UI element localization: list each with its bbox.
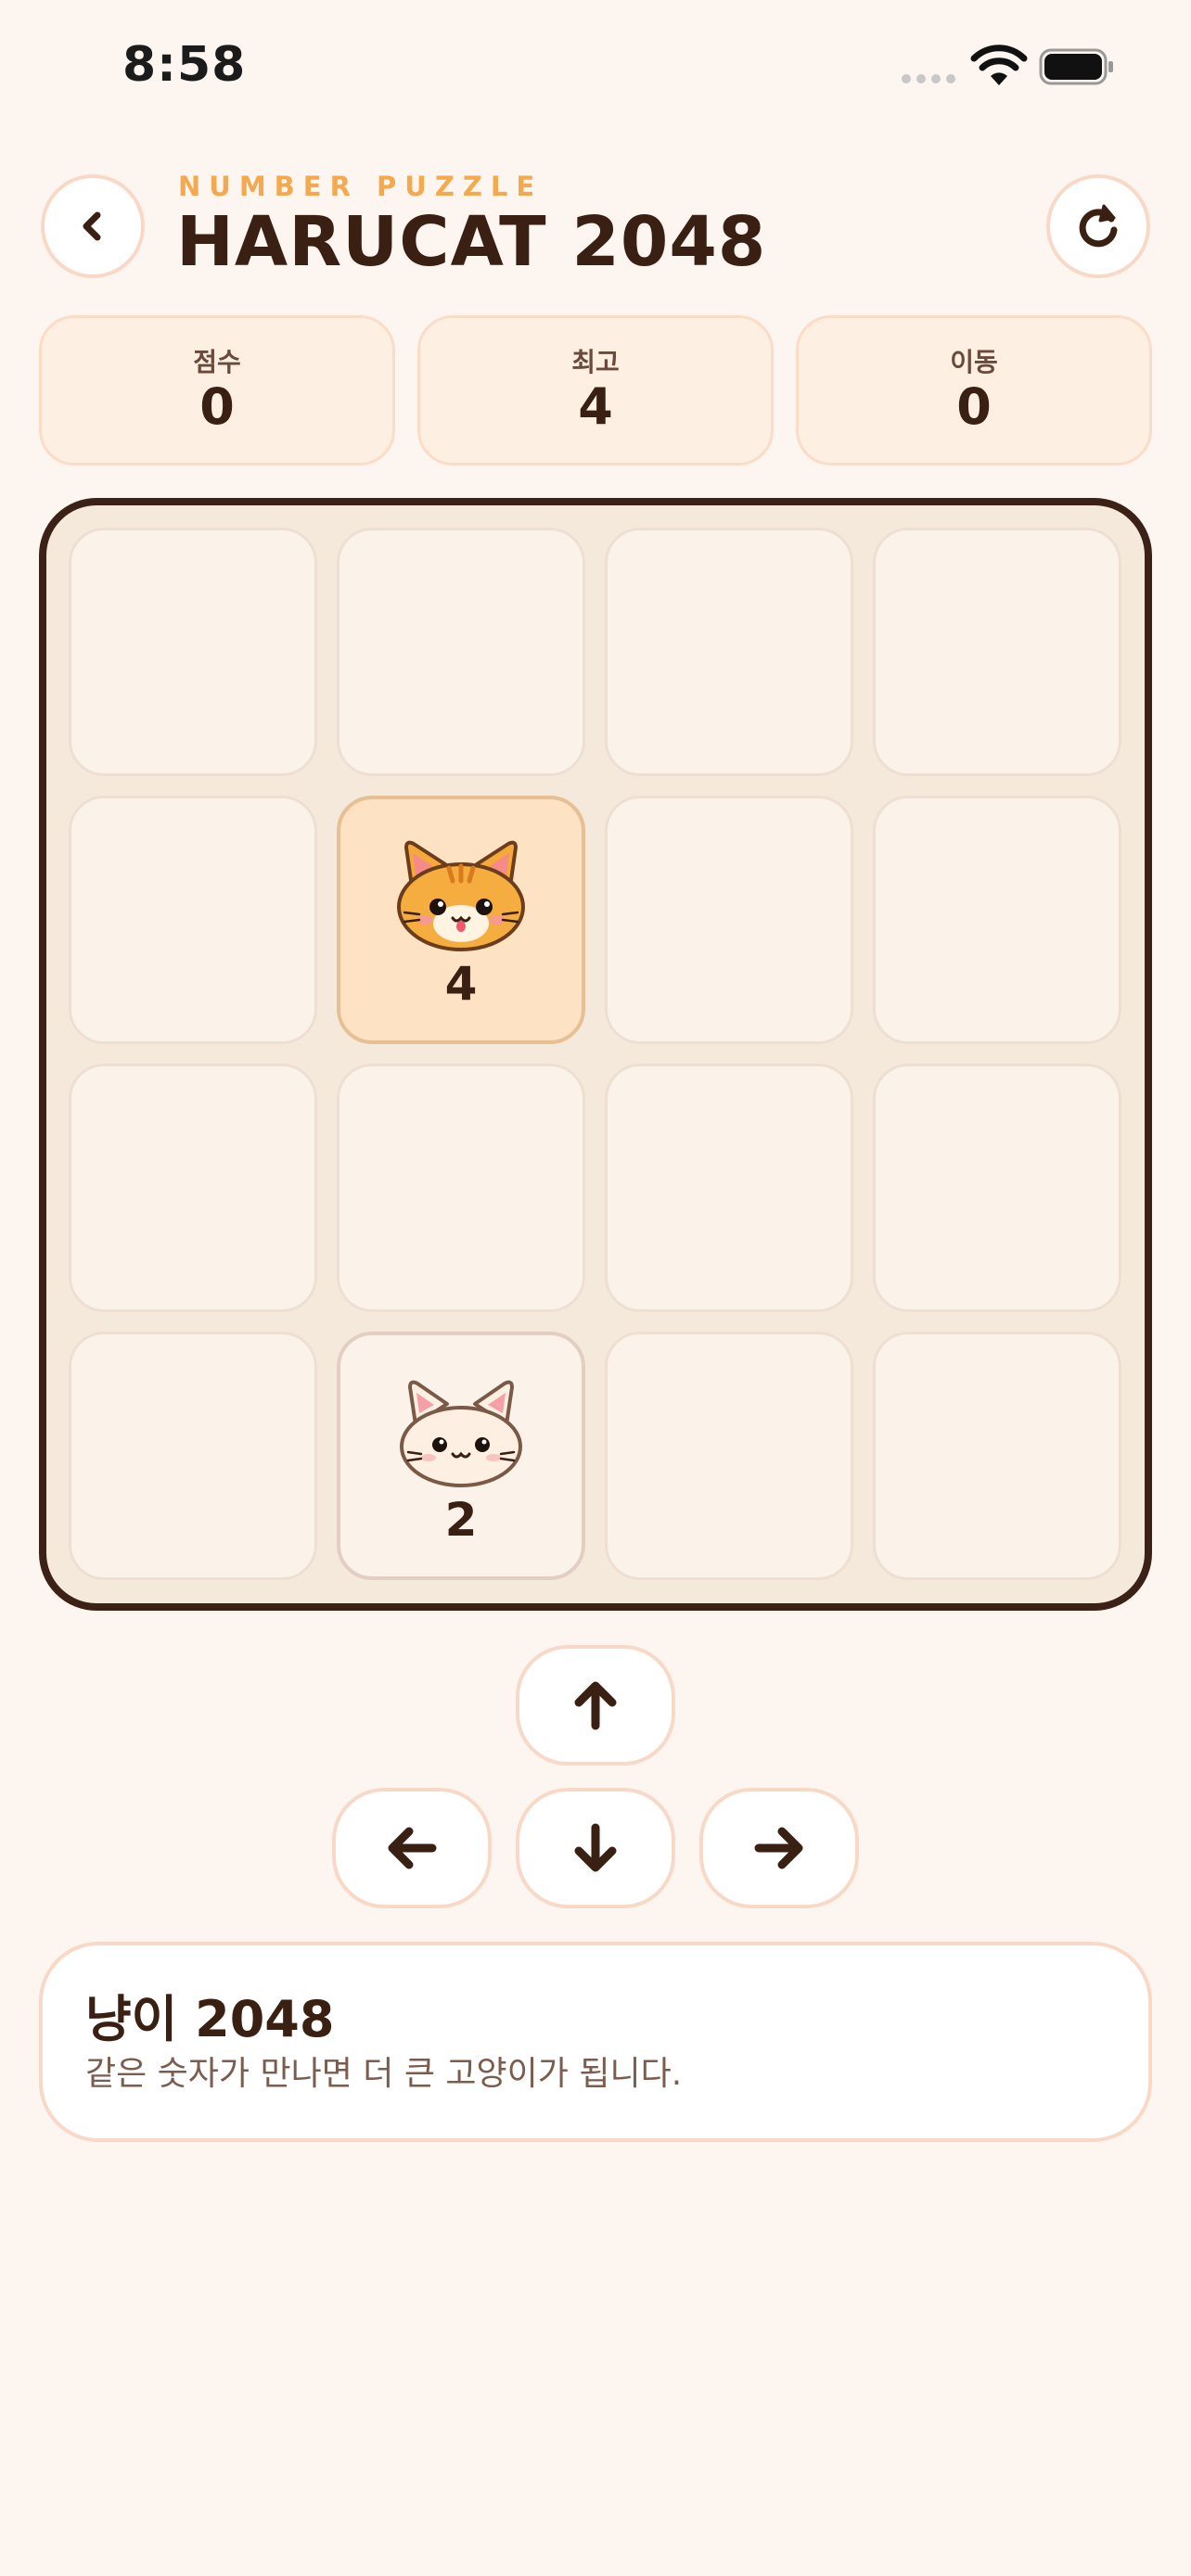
tile-value: 4 [444, 957, 478, 1011]
cellular-signal-icon [902, 74, 955, 83]
board-cell [337, 1064, 585, 1312]
game-board[interactable]: 4 2 [39, 498, 1152, 1611]
info-title: 냥이 2048 [85, 1990, 335, 2048]
best-score-card: 최고 4 [417, 315, 774, 465]
score-value: 0 [199, 377, 235, 436]
board-cell [605, 1064, 853, 1312]
refresh-icon [1079, 204, 1118, 248]
board-cell [69, 528, 317, 776]
tile-value: 2 [444, 1493, 478, 1547]
arrow-left-icon [388, 1827, 437, 1869]
tile-2: 2 [337, 1332, 585, 1580]
app-subtitle: NUMBER PUZZLE [178, 171, 544, 202]
best-score-value: 4 [578, 377, 613, 436]
move-down-button[interactable] [516, 1788, 675, 1908]
restart-button[interactable] [1046, 174, 1150, 278]
arrow-down-icon [574, 1823, 617, 1872]
status-time: 8:58 [122, 37, 247, 93]
arrow-up-icon [574, 1681, 617, 1730]
orange-tabby-cat-icon [397, 840, 525, 951]
board-cell [605, 796, 853, 1044]
board-cell [69, 796, 317, 1044]
back-button[interactable] [41, 174, 145, 278]
board-cell [873, 528, 1121, 776]
board-cell [605, 528, 853, 776]
board-cell [873, 1332, 1121, 1580]
info-card: 냥이 2048 같은 숫자가 만나면 더 큰 고양이가 됩니다. [39, 1942, 1152, 2142]
wifi-icon [970, 45, 1028, 85]
board-cell [69, 1064, 317, 1312]
white-cat-icon [400, 1380, 522, 1487]
board-cell [69, 1332, 317, 1580]
chevron-left-icon [83, 211, 101, 241]
move-up-button[interactable] [516, 1645, 675, 1766]
board-cell [605, 1332, 853, 1580]
score-card: 점수 0 [39, 315, 395, 465]
page-title: HARUCAT 2048 [176, 202, 767, 282]
move-right-button[interactable] [699, 1788, 859, 1908]
move-left-button[interactable] [332, 1788, 492, 1908]
tile-4: 4 [337, 796, 585, 1044]
moves-card: 이동 0 [796, 315, 1152, 465]
arrow-right-icon [754, 1827, 803, 1869]
board-cell [337, 528, 585, 776]
board-cell [873, 1064, 1121, 1312]
score-label: 점수 [193, 347, 241, 377]
best-score-label: 최고 [571, 347, 620, 377]
moves-label: 이동 [950, 347, 998, 377]
moves-value: 0 [956, 377, 992, 436]
info-description: 같은 숫자가 만나면 더 큰 고양이가 됩니다. [85, 2055, 683, 2093]
battery-icon [1039, 48, 1113, 85]
board-cell [873, 796, 1121, 1044]
